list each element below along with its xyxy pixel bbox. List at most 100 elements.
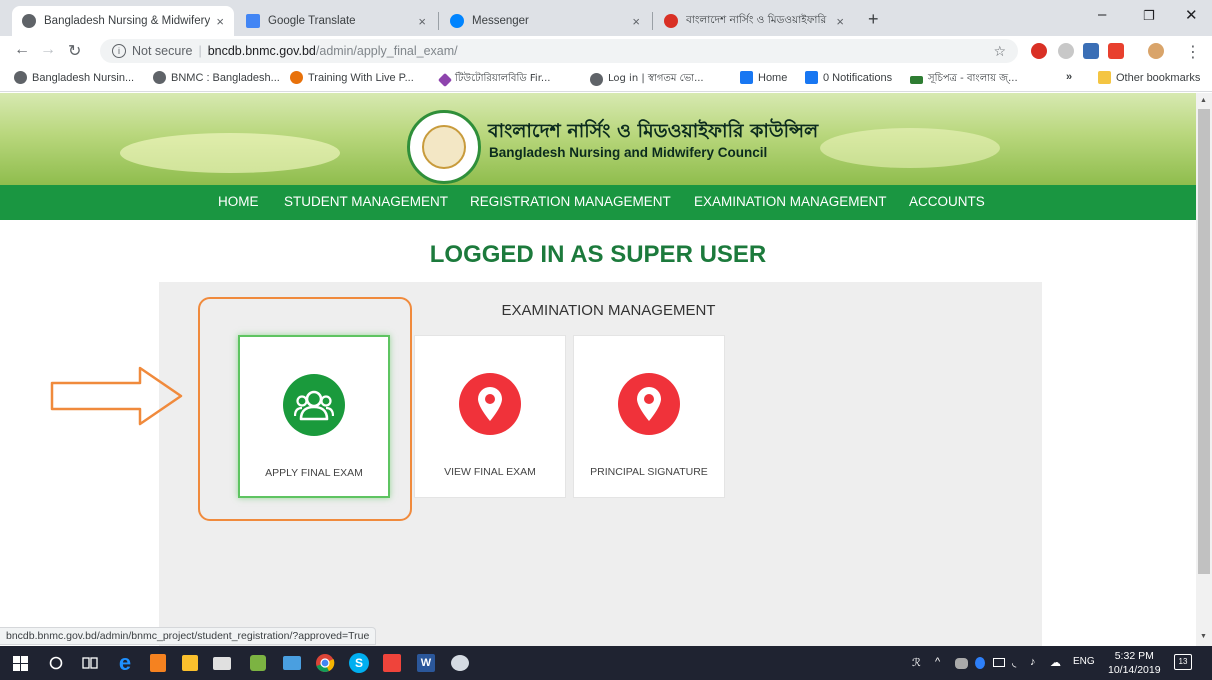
bookmark-item[interactable]: Home [740, 71, 787, 84]
bookmark-star-icon[interactable]: ☆ [993, 43, 1006, 60]
onedrive-icon[interactable]: ☁ [1050, 656, 1061, 669]
avatar[interactable] [1148, 43, 1164, 59]
site-icon [290, 71, 303, 84]
windows-taskbar: e S W ℛ ^ ◟ ♪ ☁ ENG 5:32 PM 10/14/2019 1… [0, 646, 1212, 680]
bookmark-item[interactable]: Bangladesh Nursin... [14, 71, 134, 84]
action-center-icon[interactable]: 13 [1174, 654, 1192, 670]
tab-bnmc[interactable]: Bangladesh Nursing & Midwifery × [12, 6, 234, 36]
bookmark-item[interactable]: Log in | স্বাগতম ভো... [590, 71, 704, 88]
restore-icon[interactable]: ❐ [1143, 8, 1155, 24]
bookmarks-bar: Bangladesh Nursin... BNMC : Bangladesh..… [0, 66, 1212, 92]
nav-home[interactable]: HOME [218, 194, 259, 209]
bookmark-item[interactable]: সূচিপত্র - বাংলায় জ্... [910, 71, 1018, 88]
nav-accounts[interactable]: ACCOUNTS [909, 194, 985, 209]
address-bar[interactable]: i Not secure | bncdb.bnmc.gov.bd/admin/a… [100, 39, 1018, 63]
tray-overflow-icon[interactable]: ^ [935, 656, 940, 668]
bluetooth-icon[interactable] [975, 657, 985, 669]
cloud-icon[interactable] [955, 658, 968, 669]
annotation-arrow-icon [50, 366, 183, 426]
task-view-icon[interactable] [78, 651, 102, 675]
bookmark-item[interactable]: 0 Notifications [805, 71, 892, 84]
clock-time: 5:32 PM [1114, 650, 1154, 662]
network-app-icon[interactable] [246, 651, 270, 675]
tab-strip: Bangladesh Nursing & Midwifery × Google … [0, 0, 1212, 36]
scrollbar-thumb[interactable] [1198, 109, 1210, 574]
tab-bnmc-bangla[interactable]: বাংলাদেশ নার্সিং ও মিডওয়াইফারি × [654, 6, 854, 36]
close-icon[interactable]: × [216, 14, 224, 29]
reload-icon[interactable]: ↻ [68, 41, 81, 61]
view-final-exam-card[interactable]: VIEW FINAL EXAM [414, 335, 566, 498]
bookmarks-overflow-button[interactable]: » [1066, 71, 1072, 83]
site-icon [664, 14, 678, 28]
chrome-icon[interactable] [313, 651, 337, 675]
link-status-bar: bncdb.bnmc.gov.bd/admin/bnmc_project/stu… [0, 627, 377, 645]
search-icon[interactable] [44, 651, 68, 675]
wifi-icon[interactable]: ◟ [1012, 656, 1016, 669]
divider: | [198, 44, 202, 58]
security-label: Not secure [132, 44, 193, 58]
tab-google-translate[interactable]: Google Translate × [236, 6, 436, 36]
anydesk-icon[interactable] [380, 651, 404, 675]
paint-icon[interactable] [448, 651, 472, 675]
minimize-icon[interactable]: – [1098, 6, 1106, 23]
map-pin-icon [618, 373, 680, 435]
principal-signature-card[interactable]: PRINCIPAL SIGNATURE [573, 335, 725, 498]
users-icon [283, 374, 345, 436]
language-indicator[interactable]: ENG [1073, 656, 1095, 667]
page-scrollbar[interactable]: ▲ ▼ [1196, 93, 1212, 646]
info-icon[interactable]: i [112, 44, 126, 58]
tab-title: বাংলাদেশ নার্সিং ও মিডওয়াইফারি [686, 13, 827, 26]
scroll-down-icon[interactable]: ▼ [1200, 633, 1207, 640]
nav-registration-management[interactable]: REGISTRATION MANAGEMENT [470, 194, 671, 209]
sublime-icon[interactable] [146, 651, 170, 675]
window-close-icon[interactable]: ✕ [1185, 6, 1198, 24]
edge-icon[interactable]: e [113, 650, 137, 675]
card-label: APPLY FINAL EXAM [265, 467, 363, 479]
messenger-icon [450, 14, 464, 28]
file-explorer-icon[interactable] [280, 651, 304, 675]
forward-arrow-icon[interactable]: → [40, 41, 56, 59]
tab-messenger[interactable]: Messenger × [440, 6, 650, 36]
map-pin-icon [459, 373, 521, 435]
windows-start-icon[interactable] [8, 651, 32, 675]
mail-icon[interactable] [210, 651, 234, 675]
extension-icon[interactable] [1058, 43, 1074, 59]
tab-title: Bangladesh Nursing & Midwifery [44, 15, 211, 27]
extension-icon[interactable] [1108, 43, 1124, 59]
close-icon[interactable]: × [632, 14, 640, 29]
tab-separator [652, 12, 653, 30]
adblock-icon[interactable] [1031, 43, 1047, 59]
nav-student-management[interactable]: STUDENT MANAGEMENT [284, 194, 448, 209]
new-tab-button[interactable]: + [868, 9, 879, 30]
extension-icon[interactable] [1083, 43, 1099, 59]
tab-title: Messenger [472, 15, 529, 27]
council-logo[interactable] [407, 110, 481, 184]
system-clock[interactable]: 5:32 PM 10/14/2019 [1108, 649, 1161, 677]
scroll-up-icon[interactable]: ▲ [1200, 97, 1207, 104]
close-icon[interactable]: × [418, 14, 426, 29]
close-icon[interactable]: × [836, 14, 844, 29]
council-name-english: Bangladesh Nursing and Midwifery Council [489, 145, 768, 160]
word-icon[interactable]: W [414, 651, 438, 675]
store-icon[interactable] [178, 651, 202, 675]
skype-icon[interactable]: S [347, 651, 371, 675]
examination-panel: EXAMINATION MANAGEMENT APPLY FINAL EXAM [159, 282, 1042, 646]
folder-icon [1098, 71, 1111, 84]
globe-icon [153, 71, 166, 84]
nav-examination-management[interactable]: EXAMINATION MANAGEMENT [694, 194, 887, 209]
back-arrow-icon[interactable]: ← [14, 41, 30, 59]
menu-icon[interactable]: ⋮ [1185, 42, 1201, 62]
other-bookmarks-folder[interactable]: Other bookmarks [1098, 71, 1200, 84]
bookmark-item[interactable]: Training With Live P... [290, 71, 414, 84]
volume-icon[interactable]: ♪ [1030, 656, 1036, 668]
battery-icon[interactable] [993, 658, 1005, 667]
browser-toolbar: ← → ↻ i Not secure | bncdb.bnmc.gov.bd/a… [0, 36, 1212, 66]
bookmark-item[interactable]: BNMC : Bangladesh... [153, 71, 280, 84]
site-icon [910, 75, 923, 84]
translate-icon [246, 14, 260, 28]
bookmark-item[interactable]: টিউটোরিয়ালবিডি Fir... [437, 71, 550, 88]
apply-final-exam-card[interactable]: APPLY FINAL EXAM [238, 335, 390, 498]
tab-title: Google Translate [268, 15, 356, 27]
people-icon[interactable]: ℛ [912, 656, 921, 669]
url-path: /admin/apply_final_exam/ [315, 44, 458, 58]
